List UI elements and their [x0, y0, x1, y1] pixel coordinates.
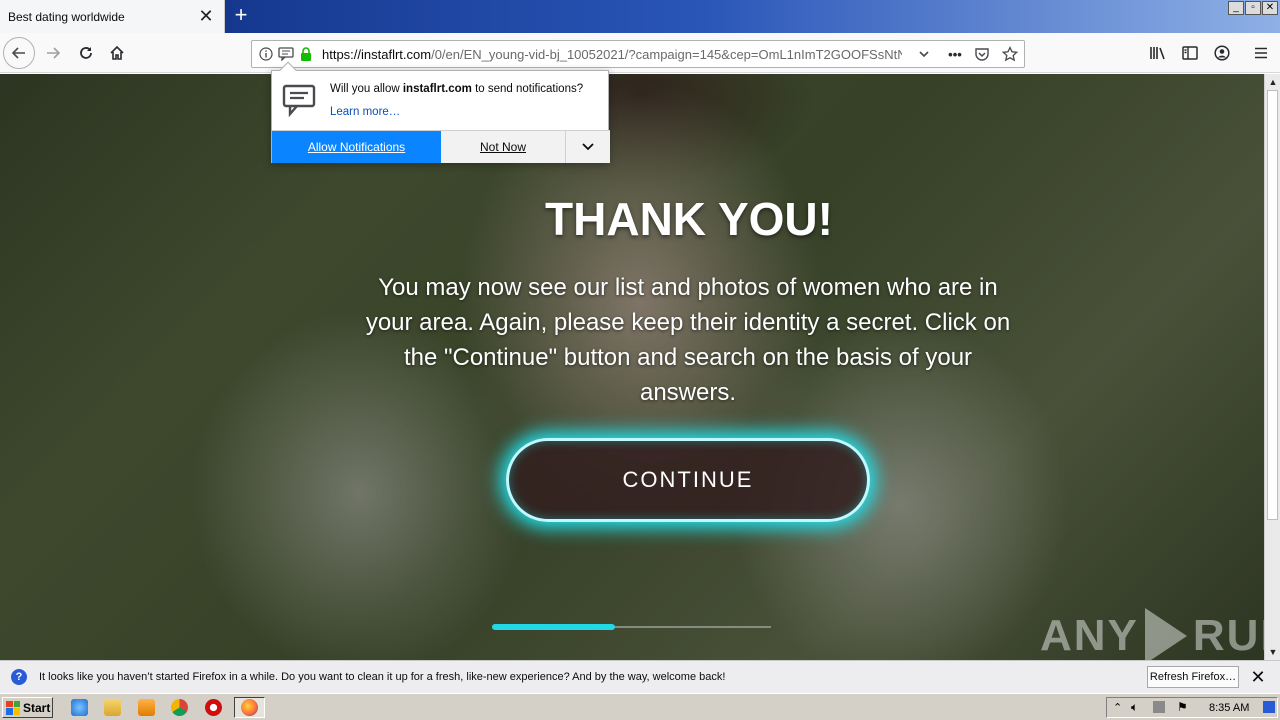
url-bar[interactable]: https://instaflrt.com/0/en/EN_young-vid-…	[251, 40, 1025, 68]
menu-button[interactable]	[1245, 37, 1277, 69]
info-circle-icon[interactable]	[258, 46, 274, 62]
tab-best-dating[interactable]: Best dating worldwide ✕	[0, 0, 225, 33]
refresh-firefox-infobar: ? It looks like you haven’t started Fire…	[0, 660, 1280, 693]
notification-permission-icon[interactable]	[278, 46, 294, 62]
notification-permission-popup: Will you allow instaflrt.com to send not…	[271, 61, 610, 163]
media-player-icon[interactable]	[138, 699, 155, 716]
notification-buttons: Allow Notifications Not Now	[272, 130, 610, 163]
chevron-down-icon	[582, 143, 594, 151]
learn-more-link[interactable]: Learn more…	[330, 106, 400, 118]
bookmark-star-icon[interactable]	[1002, 46, 1018, 62]
infobar-close-icon[interactable]: ✕	[1250, 668, 1266, 686]
continue-button[interactable]: CONTINUE	[506, 438, 870, 522]
chrome-icon[interactable]	[171, 699, 188, 716]
landing-content: THANK YOU! You may now see our list and …	[0, 74, 1264, 660]
notification-chat-icon	[282, 83, 316, 118]
play-icon	[1144, 608, 1187, 660]
progress-bar	[492, 624, 615, 630]
back-arrow-icon	[11, 47, 25, 59]
account-icon	[1214, 45, 1230, 61]
infobar-message: It looks like you haven’t started Firefo…	[39, 671, 726, 683]
windows-taskbar: Start ⌃ 🔈︎ ⚑ 8:35 AM	[0, 693, 1280, 720]
page-scrollbar[interactable]: ▲ ▼	[1264, 74, 1280, 660]
anyrun-watermark: ANY RUN	[1040, 608, 1264, 660]
url-text: https://instaflrt.com/0/en/EN_young-vid-…	[322, 47, 902, 62]
scroll-up-icon[interactable]: ▲	[1265, 74, 1280, 90]
firefox-icon	[241, 699, 258, 716]
forward-button[interactable]	[37, 37, 69, 69]
page-message: You may now see our list and photos of w…	[365, 274, 1011, 406]
not-now-button[interactable]: Not Now	[441, 131, 566, 163]
home-icon	[110, 45, 124, 60]
tab-title: Best dating worldwide	[8, 9, 125, 24]
internet-explorer-icon[interactable]	[71, 699, 88, 716]
system-tray: ⌃ 🔈︎ ⚑	[1106, 697, 1278, 718]
opera-icon[interactable]	[205, 699, 222, 716]
minimize-button[interactable]: _	[1228, 1, 1244, 15]
forward-arrow-icon	[47, 47, 61, 59]
account-button[interactable]	[1206, 37, 1238, 69]
scroll-thumb[interactable]	[1267, 90, 1278, 520]
page-headline: THANK YOU!	[545, 193, 833, 245]
start-button[interactable]: Start	[2, 697, 53, 718]
volume-icon[interactable]: 🔈︎	[1131, 700, 1138, 715]
library-icon	[1150, 47, 1165, 60]
new-tab-button[interactable]: +	[229, 4, 253, 28]
firefox-taskbar-button[interactable]	[234, 697, 265, 718]
url-dropdown-icon[interactable]	[916, 46, 932, 62]
allow-notifications-button[interactable]: Allow Notifications	[272, 131, 441, 163]
home-button[interactable]	[101, 37, 133, 69]
lock-icon[interactable]	[298, 46, 314, 62]
show-desktop-icon[interactable]	[1263, 701, 1275, 713]
back-button[interactable]	[3, 37, 35, 69]
action-center-flag-icon[interactable]: ⚑	[1177, 700, 1188, 714]
reload-icon	[80, 47, 92, 59]
maximize-button[interactable]: ▫	[1245, 1, 1261, 15]
sidebar-button[interactable]	[1174, 37, 1206, 69]
page-content: THANK YOU! You may now see our list and …	[0, 74, 1264, 660]
close-window-button[interactable]: ✕	[1262, 1, 1278, 15]
question-icon: ?	[11, 669, 27, 685]
page-actions-icon[interactable]: •••	[944, 46, 966, 62]
notification-message: Will you allow instaflrt.com to send not…	[330, 83, 584, 95]
reload-button[interactable]	[70, 37, 102, 69]
hamburger-menu-icon	[1255, 47, 1267, 59]
refresh-firefox-button[interactable]: Refresh Firefox…	[1147, 666, 1239, 688]
tab-strip: Best dating worldwide ✕ + _ ▫ ✕	[0, 0, 1280, 33]
windows-flag-icon	[6, 700, 20, 715]
library-button[interactable]	[1142, 37, 1174, 69]
sidebar-icon	[1182, 46, 1198, 60]
taskbar-clock: 8:35 AM	[1209, 702, 1250, 714]
navigation-toolbar: https://instaflrt.com/0/en/EN_young-vid-…	[0, 33, 1280, 73]
network-icon[interactable]	[1153, 701, 1165, 713]
file-explorer-icon[interactable]	[104, 699, 121, 716]
tray-expand-icon[interactable]: ⌃	[1113, 701, 1122, 714]
tab-close-icon[interactable]: ✕	[198, 7, 214, 25]
pocket-icon[interactable]	[974, 46, 990, 62]
scroll-down-icon[interactable]: ▼	[1265, 644, 1280, 660]
notification-options-button[interactable]	[566, 131, 610, 163]
